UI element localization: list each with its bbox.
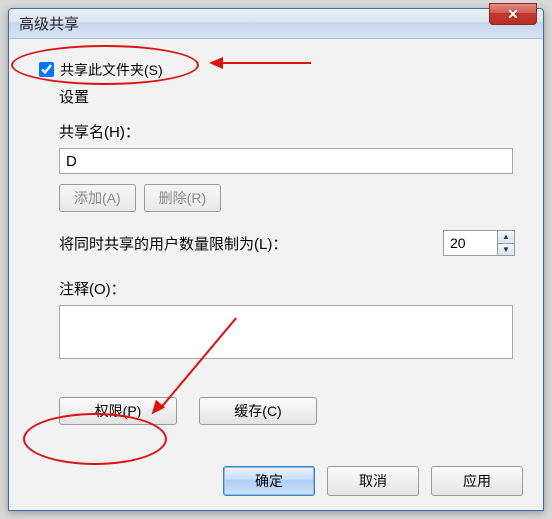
cache-button[interactable]: 缓存(C) xyxy=(199,397,317,425)
window-title: 高级共享 xyxy=(19,13,539,34)
cancel-button[interactable]: 取消 xyxy=(327,466,419,496)
user-limit-spinner[interactable]: ▲ ▼ xyxy=(443,230,515,256)
dialog-footer: 确定 取消 应用 xyxy=(9,456,543,510)
share-folder-checkbox-row[interactable]: 共享此文件夹(S) xyxy=(35,59,517,80)
add-button: 添加(A) xyxy=(59,184,136,212)
share-folder-label: 共享此文件夹(S) xyxy=(60,60,163,80)
close-icon: ✕ xyxy=(507,6,519,23)
close-button[interactable]: ✕ xyxy=(489,3,537,25)
settings-group-label: 设置 xyxy=(59,86,517,107)
dialog-content: 共享此文件夹(S) 设置 共享名(H)： 添加(A) 删除(R) 将同时共享的用… xyxy=(9,39,543,456)
advanced-sharing-dialog: 高级共享 ✕ 共享此文件夹(S) 设置 共享名(H)： 添加(A) 删除(R) … xyxy=(8,8,544,511)
share-name-label: 共享名(H)： xyxy=(59,121,517,142)
perm-cache-row: 权限(P) 缓存(C) xyxy=(59,397,517,425)
share-folder-checkbox[interactable] xyxy=(39,62,54,77)
comment-textarea[interactable] xyxy=(59,305,513,359)
user-limit-label: 将同时共享的用户数量限制为(L)： xyxy=(59,233,443,254)
permissions-button[interactable]: 权限(P) xyxy=(59,397,177,425)
remove-button: 删除(R) xyxy=(144,184,221,212)
spinner-up-icon[interactable]: ▲ xyxy=(497,230,515,243)
share-name-input[interactable] xyxy=(59,148,513,174)
user-limit-input[interactable] xyxy=(443,230,497,256)
apply-button[interactable]: 应用 xyxy=(431,466,523,496)
spinner-down-icon[interactable]: ▼ xyxy=(497,243,515,257)
ok-button[interactable]: 确定 xyxy=(223,466,315,496)
titlebar[interactable]: 高级共享 ✕ xyxy=(9,9,543,39)
share-name-buttons: 添加(A) 删除(R) xyxy=(59,184,517,212)
comment-label: 注释(O)： xyxy=(59,278,517,299)
user-limit-row: 将同时共享的用户数量限制为(L)： ▲ ▼ xyxy=(59,230,515,256)
